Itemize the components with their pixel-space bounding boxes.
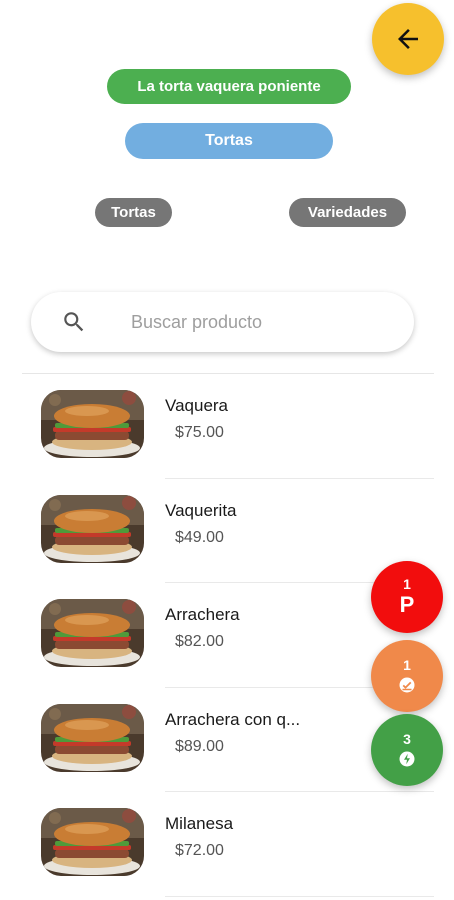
delivered-orders-button[interactable]: 3 xyxy=(371,714,443,786)
product-list: Vaquera $75.00 Vaquerita $49.00 Arracher… xyxy=(0,374,454,897)
order-ready-icon xyxy=(399,677,415,693)
arrow-back-icon xyxy=(398,29,418,49)
product-name: Arrachera con q... xyxy=(165,709,301,729)
delivery-icon xyxy=(399,751,415,767)
delivered-count: 3 xyxy=(403,731,411,747)
product-name: Milanesa xyxy=(165,814,234,833)
product-price: $72.00 xyxy=(175,842,224,859)
current-category-badge: Tortas xyxy=(125,123,333,159)
store-name-badge: La torta vaquera poniente xyxy=(107,69,351,104)
product-item[interactable]: Milanesa $72.00 xyxy=(0,792,454,897)
search-bar[interactable] xyxy=(31,292,414,352)
product-image xyxy=(41,599,144,667)
search-icon xyxy=(64,312,84,332)
pending-orders-button[interactable]: 1 P xyxy=(371,561,443,633)
product-price: $89.00 xyxy=(175,737,224,755)
product-name: Arrachera xyxy=(165,605,240,624)
product-price: $49.00 xyxy=(175,528,224,546)
product-name: Vaquera xyxy=(165,396,229,415)
product-price: $75.00 xyxy=(175,424,224,441)
back-button[interactable] xyxy=(372,3,444,75)
product-image xyxy=(41,808,144,876)
filter-chip-variedades[interactable]: Variedades xyxy=(289,198,406,227)
item-divider xyxy=(165,895,434,897)
product-item[interactable]: Vaquera $75.00 xyxy=(0,374,454,479)
search-input[interactable] xyxy=(131,306,391,338)
preparing-orders-button[interactable]: 1 xyxy=(371,640,443,712)
pending-label: P xyxy=(399,591,415,617)
product-image xyxy=(41,495,144,563)
product-price: $82.00 xyxy=(175,633,224,650)
filter-chip-tortas[interactable]: Tortas xyxy=(95,198,172,227)
pending-count: 1 xyxy=(403,575,411,592)
product-image xyxy=(41,704,144,772)
product-image xyxy=(41,390,144,458)
preparing-count: 1 xyxy=(403,657,411,673)
product-name: Vaquerita xyxy=(165,500,237,520)
